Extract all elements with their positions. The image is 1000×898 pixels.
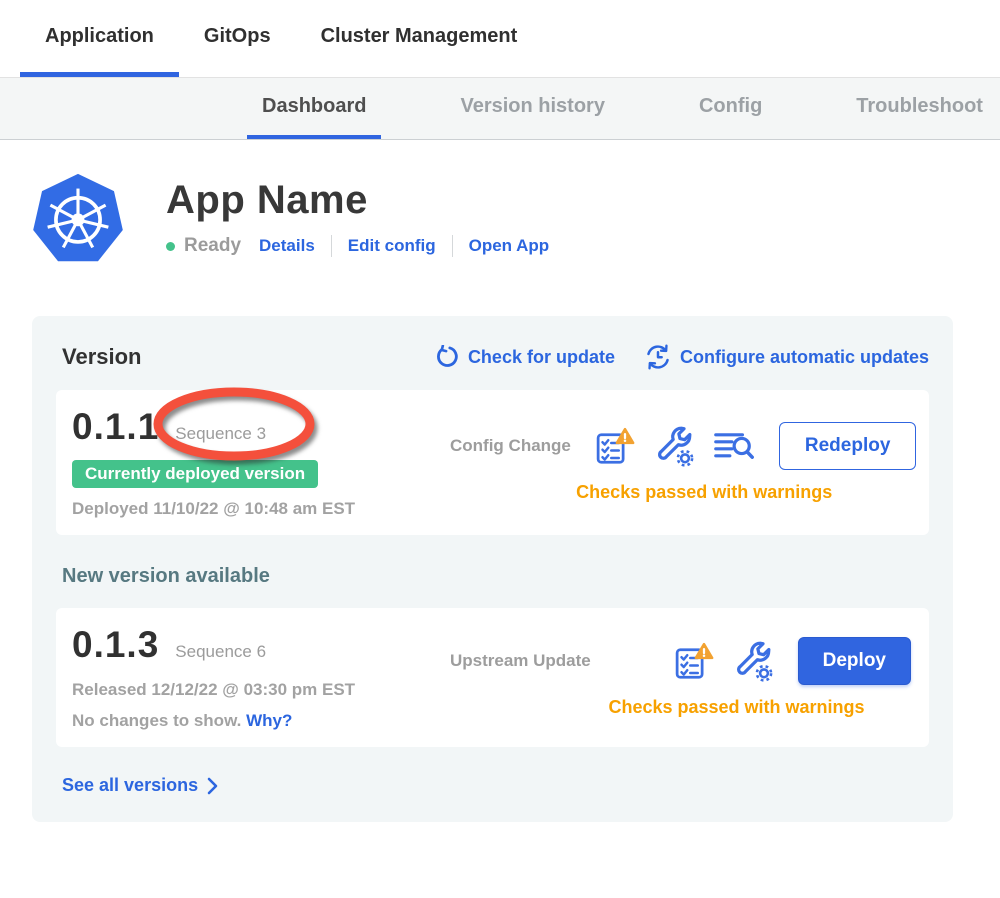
preflight-checks-warning-icon[interactable] bbox=[595, 427, 635, 465]
tab-version-history[interactable]: Version history bbox=[445, 78, 620, 139]
see-all-versions-link[interactable]: See all versions bbox=[62, 775, 929, 796]
why-link[interactable]: Why? bbox=[246, 711, 292, 730]
divider bbox=[452, 235, 453, 257]
secondary-nav: Dashboard Version history Config Trouble… bbox=[0, 78, 1000, 140]
released-timestamp: Released 12/12/22 @ 03:30 pm EST bbox=[72, 680, 402, 700]
current-version-sequence: Sequence 3 bbox=[175, 424, 266, 444]
tab-troubleshoot[interactable]: Troubleshoot bbox=[841, 78, 998, 139]
refresh-icon bbox=[435, 345, 459, 369]
new-version-number: 0.1.3 bbox=[72, 624, 159, 666]
see-all-versions-label: See all versions bbox=[62, 775, 198, 796]
app-name-title: App Name bbox=[166, 178, 549, 223]
current-version-card: 0.1.1 Sequence 3 Currently deployed vers… bbox=[56, 390, 929, 535]
tab-application[interactable]: Application bbox=[20, 0, 179, 77]
deploy-button[interactable]: Deploy bbox=[798, 637, 911, 685]
check-for-update-button[interactable]: Check for update bbox=[435, 345, 615, 369]
diff-search-icon[interactable] bbox=[713, 429, 755, 463]
clock-refresh-icon bbox=[645, 344, 671, 370]
version-source-label: Upstream Update bbox=[450, 651, 650, 671]
version-source-label: Config Change bbox=[450, 436, 571, 456]
configure-automatic-updates-button[interactable]: Configure automatic updates bbox=[645, 344, 929, 370]
redeploy-button[interactable]: Redeploy bbox=[779, 422, 917, 470]
kubernetes-logo-icon bbox=[32, 172, 124, 264]
edit-config-link[interactable]: Edit config bbox=[348, 236, 436, 256]
new-version-available-heading: New version available bbox=[62, 565, 929, 588]
current-version-number: 0.1.1 bbox=[72, 406, 159, 448]
tab-config[interactable]: Config bbox=[684, 78, 777, 139]
divider bbox=[331, 235, 332, 257]
tab-gitops[interactable]: GitOps bbox=[179, 0, 296, 77]
no-changes-text: No changes to show. bbox=[72, 711, 241, 730]
version-section-title: Version bbox=[62, 344, 141, 370]
details-link[interactable]: Details bbox=[259, 236, 315, 256]
check-for-update-label: Check for update bbox=[468, 347, 615, 368]
new-version-card: 0.1.3 Sequence 6 Released 12/12/22 @ 03:… bbox=[56, 608, 929, 747]
new-version-sequence: Sequence 6 bbox=[175, 642, 266, 662]
primary-nav: Application GitOps Cluster Management bbox=[0, 0, 1000, 78]
version-section: Version Check for update Configure autom… bbox=[32, 316, 953, 822]
checks-status-current[interactable]: Checks passed with warnings bbox=[402, 482, 916, 503]
tab-cluster-management[interactable]: Cluster Management bbox=[296, 0, 543, 77]
currently-deployed-badge: Currently deployed version bbox=[72, 460, 318, 488]
wrench-gear-icon[interactable] bbox=[732, 640, 774, 682]
preflight-checks-warning-icon[interactable] bbox=[674, 642, 714, 680]
tab-dashboard[interactable]: Dashboard bbox=[247, 78, 381, 139]
chevron-right-icon bbox=[207, 777, 218, 795]
deployed-timestamp: Deployed 11/10/22 @ 10:48 am EST bbox=[72, 499, 402, 519]
ready-status-dot-icon bbox=[166, 242, 175, 251]
app-header: App Name Ready Details Edit config Open … bbox=[32, 172, 1000, 264]
app-status-label: Ready bbox=[184, 235, 241, 257]
configure-automatic-updates-label: Configure automatic updates bbox=[680, 347, 929, 368]
checks-status-new[interactable]: Checks passed with warnings bbox=[402, 697, 911, 718]
open-app-link[interactable]: Open App bbox=[469, 236, 550, 256]
wrench-gear-icon[interactable] bbox=[653, 425, 695, 467]
